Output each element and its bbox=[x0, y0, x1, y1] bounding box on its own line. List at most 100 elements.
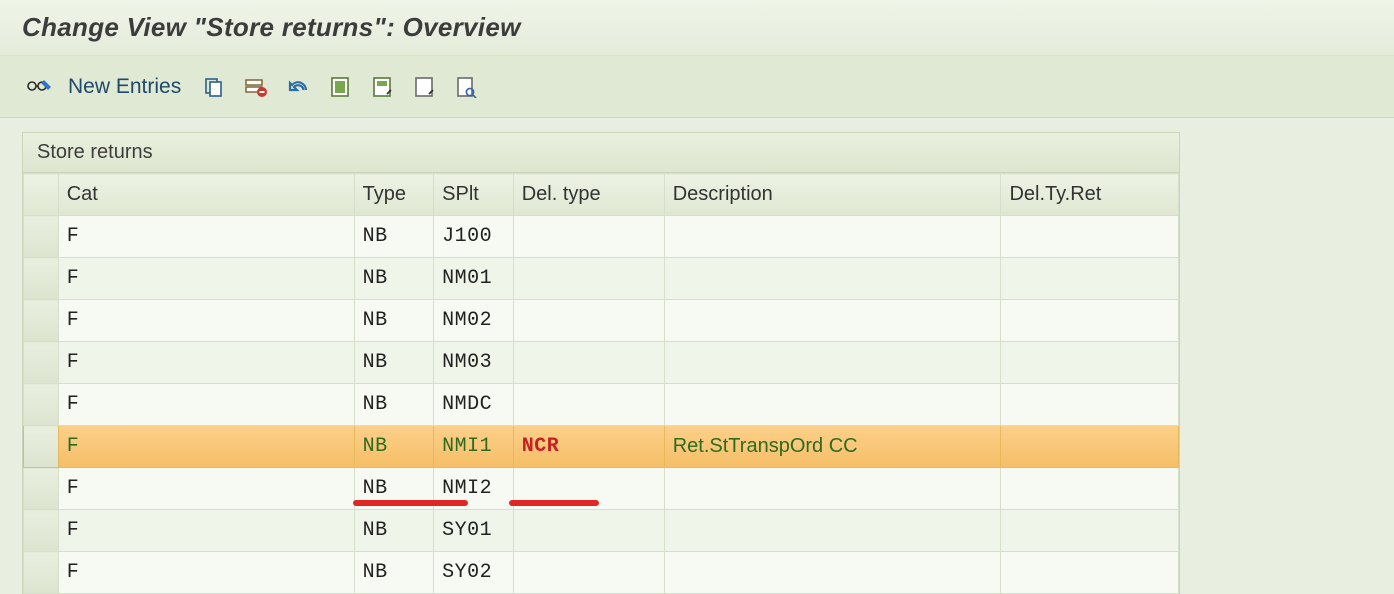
col-type[interactable]: Type bbox=[354, 174, 434, 216]
select-block-button[interactable] bbox=[367, 72, 397, 102]
cell-desc[interactable] bbox=[664, 300, 1001, 342]
undo-icon bbox=[286, 76, 310, 98]
undo-button[interactable] bbox=[283, 72, 313, 102]
cell-splt[interactable]: NMI1 bbox=[434, 426, 514, 468]
table-row[interactable]: FNBJ100 bbox=[24, 216, 1179, 258]
row-selector[interactable] bbox=[24, 426, 59, 468]
cell-desc[interactable] bbox=[664, 342, 1001, 384]
select-block-icon bbox=[372, 76, 392, 98]
cell-type[interactable]: NB bbox=[354, 426, 434, 468]
col-select[interactable] bbox=[24, 174, 59, 216]
cell-splt[interactable]: SY01 bbox=[434, 510, 514, 552]
row-selector[interactable] bbox=[24, 552, 59, 594]
config-doc-icon bbox=[455, 76, 477, 98]
cell-desc[interactable] bbox=[664, 510, 1001, 552]
cell-type[interactable]: NB bbox=[354, 300, 434, 342]
cell-type[interactable]: NB bbox=[354, 384, 434, 426]
cell-del[interactable] bbox=[513, 300, 664, 342]
cell-desc[interactable]: Ret.StTranspOrd CC bbox=[664, 426, 1001, 468]
cell-desc[interactable] bbox=[664, 384, 1001, 426]
cell-ret[interactable] bbox=[1001, 342, 1179, 384]
cell-cat[interactable]: F bbox=[58, 426, 354, 468]
col-del[interactable]: Del. type bbox=[513, 174, 664, 216]
table-row[interactable]: FNBNM02 bbox=[24, 300, 1179, 342]
table-row[interactable]: FNBNM01 bbox=[24, 258, 1179, 300]
row-selector[interactable] bbox=[24, 216, 59, 258]
cell-del[interactable] bbox=[513, 258, 664, 300]
cell-splt[interactable]: J100 bbox=[434, 216, 514, 258]
cell-ret[interactable] bbox=[1001, 426, 1179, 468]
select-all-icon bbox=[330, 76, 350, 98]
cell-desc[interactable] bbox=[664, 468, 1001, 510]
store-returns-panel: Store returns Cat Type SPlt Del. type De… bbox=[22, 132, 1180, 594]
config-button[interactable] bbox=[451, 72, 481, 102]
col-cat[interactable]: Cat bbox=[58, 174, 354, 216]
table-row[interactable]: FNBSY01 bbox=[24, 510, 1179, 552]
cell-type[interactable]: NB bbox=[354, 510, 434, 552]
cell-cat[interactable]: F bbox=[58, 510, 354, 552]
cell-desc[interactable] bbox=[664, 216, 1001, 258]
cell-ret[interactable] bbox=[1001, 468, 1179, 510]
row-selector[interactable] bbox=[24, 510, 59, 552]
row-selector[interactable] bbox=[24, 468, 59, 510]
cell-cat[interactable]: F bbox=[58, 300, 354, 342]
table-row[interactable]: FNBNMDC bbox=[24, 384, 1179, 426]
copy-as-button[interactable] bbox=[199, 72, 229, 102]
cell-cat[interactable]: F bbox=[58, 552, 354, 594]
cell-cat[interactable]: F bbox=[58, 342, 354, 384]
table-row[interactable]: FNBNMI1NCRRet.StTranspOrd CC bbox=[24, 426, 1179, 468]
cell-splt[interactable]: NM01 bbox=[434, 258, 514, 300]
cell-ret[interactable] bbox=[1001, 300, 1179, 342]
page-title: Change View "Store returns": Overview bbox=[22, 12, 521, 43]
col-ret[interactable]: Del.Ty.Ret bbox=[1001, 174, 1179, 216]
cell-del[interactable] bbox=[513, 510, 664, 552]
toggle-display-change-button[interactable] bbox=[24, 72, 54, 102]
cell-cat[interactable]: F bbox=[58, 384, 354, 426]
application-toolbar: New Entries bbox=[0, 56, 1394, 118]
cell-ret[interactable] bbox=[1001, 258, 1179, 300]
row-selector[interactable] bbox=[24, 258, 59, 300]
cell-splt[interactable]: SY02 bbox=[434, 552, 514, 594]
row-selector[interactable] bbox=[24, 342, 59, 384]
cell-type[interactable]: NB bbox=[354, 468, 434, 510]
cell-del[interactable] bbox=[513, 384, 664, 426]
cell-ret[interactable] bbox=[1001, 384, 1179, 426]
cell-ret[interactable] bbox=[1001, 510, 1179, 552]
cell-del[interactable] bbox=[513, 468, 664, 510]
cell-type[interactable]: NB bbox=[354, 342, 434, 384]
cell-del[interactable] bbox=[513, 216, 664, 258]
cell-desc[interactable] bbox=[664, 552, 1001, 594]
select-all-button[interactable] bbox=[325, 72, 355, 102]
cell-splt[interactable]: NMI2 bbox=[434, 468, 514, 510]
deselect-all-icon bbox=[414, 76, 434, 98]
col-desc[interactable]: Description bbox=[664, 174, 1001, 216]
cell-del[interactable] bbox=[513, 552, 664, 594]
col-splt[interactable]: SPlt bbox=[434, 174, 514, 216]
cell-del[interactable]: NCR bbox=[513, 426, 664, 468]
deselect-all-button[interactable] bbox=[409, 72, 439, 102]
row-selector[interactable] bbox=[24, 300, 59, 342]
store-returns-table: Cat Type SPlt Del. type Description Del.… bbox=[23, 173, 1179, 594]
cell-desc[interactable] bbox=[664, 258, 1001, 300]
copy-icon bbox=[203, 76, 225, 98]
delete-row-icon bbox=[244, 76, 268, 98]
cell-cat[interactable]: F bbox=[58, 216, 354, 258]
cell-del[interactable] bbox=[513, 342, 664, 384]
delete-button[interactable] bbox=[241, 72, 271, 102]
table-row[interactable]: FNBNM03 bbox=[24, 342, 1179, 384]
row-selector[interactable] bbox=[24, 384, 59, 426]
cell-cat[interactable]: F bbox=[58, 468, 354, 510]
cell-splt[interactable]: NMDC bbox=[434, 384, 514, 426]
cell-ret[interactable] bbox=[1001, 216, 1179, 258]
cell-cat[interactable]: F bbox=[58, 258, 354, 300]
table-row[interactable]: FNBNMI2 bbox=[24, 468, 1179, 510]
cell-type[interactable]: NB bbox=[354, 216, 434, 258]
title-bar: Change View "Store returns": Overview bbox=[0, 0, 1394, 56]
table-row[interactable]: FNBSY02 bbox=[24, 552, 1179, 594]
cell-type[interactable]: NB bbox=[354, 258, 434, 300]
cell-ret[interactable] bbox=[1001, 552, 1179, 594]
cell-splt[interactable]: NM03 bbox=[434, 342, 514, 384]
cell-type[interactable]: NB bbox=[354, 552, 434, 594]
cell-splt[interactable]: NM02 bbox=[434, 300, 514, 342]
new-entries-button[interactable]: New Entries bbox=[68, 75, 181, 99]
